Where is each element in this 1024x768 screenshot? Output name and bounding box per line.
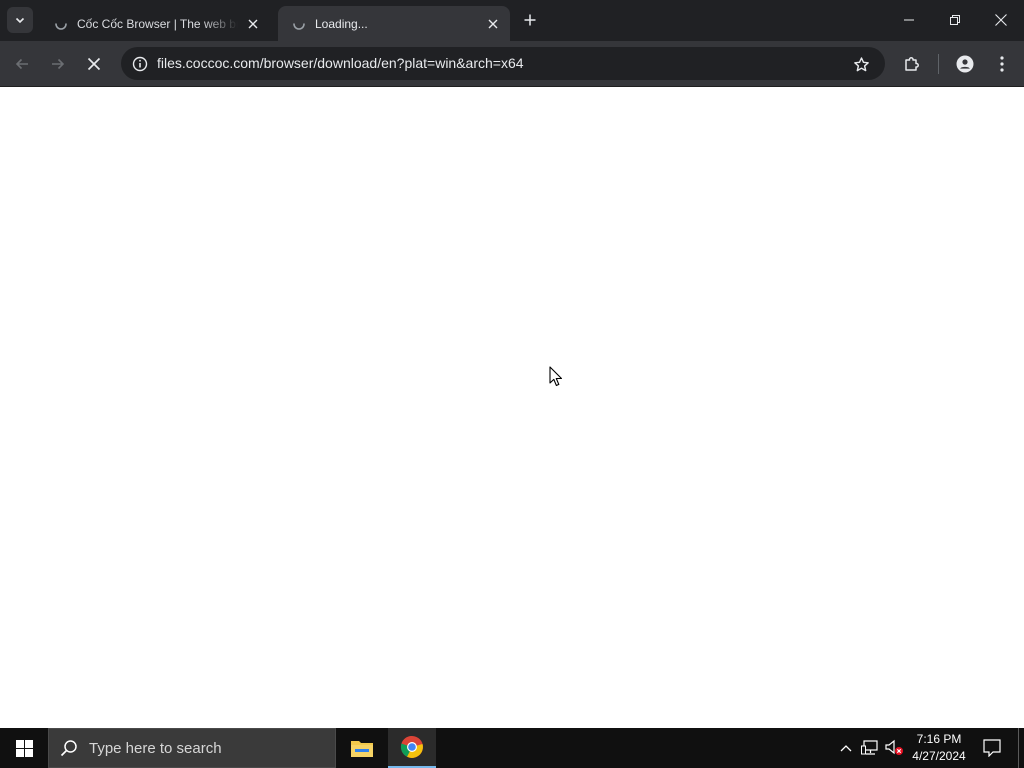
tab-close-button[interactable]: [244, 15, 262, 33]
profile-button[interactable]: [951, 50, 979, 78]
stop-loading-button[interactable]: [80, 50, 108, 78]
browser-tab-strip: Cốc Cốc Browser | The web bro Loading...: [0, 0, 1024, 41]
close-window-button[interactable]: [978, 0, 1024, 40]
search-icon: [49, 739, 89, 757]
plus-icon: [524, 14, 536, 26]
network-tray-icon[interactable]: [860, 738, 880, 758]
info-icon: [132, 56, 147, 71]
taskbar-clock[interactable]: 7:16 PM 4/27/2024: [908, 731, 970, 765]
menu-button[interactable]: [988, 50, 1016, 78]
network-icon: [861, 740, 878, 755]
loading-spinner-icon: [55, 22, 67, 30]
close-icon: [87, 57, 101, 71]
tab-search-button[interactable]: [7, 7, 33, 33]
show-hidden-icons-button[interactable]: [836, 738, 856, 758]
address-bar[interactable]: files.coccoc.com/browser/download/en?pla…: [121, 47, 885, 80]
tab-coccoc[interactable]: Cốc Cốc Browser | The web bro: [40, 6, 270, 41]
star-icon: [853, 56, 869, 71]
action-center-button[interactable]: [980, 736, 1004, 760]
loading-spinner-icon: [293, 22, 305, 30]
search-placeholder: Type here to search: [89, 739, 222, 757]
minimize-button[interactable]: [886, 0, 932, 40]
restore-button[interactable]: [932, 0, 978, 40]
chevron-down-icon: [15, 17, 25, 24]
arrow-left-icon: [15, 58, 28, 70]
toolbar-separator: [938, 54, 939, 74]
page-viewport: [0, 87, 1024, 728]
restore-icon: [950, 15, 960, 25]
forward-button[interactable]: [44, 50, 72, 78]
clock-date: 4/27/2024: [912, 749, 966, 763]
tab-close-button[interactable]: [484, 15, 502, 33]
windows-taskbar: Type here to search 7:16 PM 4/27/2024: [0, 728, 1024, 768]
windows-logo-icon: [15, 739, 33, 757]
tab-title: Loading...: [315, 16, 368, 31]
close-icon: [488, 19, 498, 28]
back-button[interactable]: [8, 50, 36, 78]
kebab-menu-icon: [1000, 56, 1004, 72]
mouse-cursor-icon: [549, 366, 563, 387]
file-explorer-icon: [351, 741, 373, 757]
taskbar-chrome[interactable]: [388, 728, 436, 768]
browser-toolbar: files.coccoc.com/browser/download/en?pla…: [0, 41, 1024, 87]
person-icon: [956, 55, 974, 73]
chevron-up-icon: [840, 745, 852, 752]
minimize-icon: [904, 19, 914, 21]
arrow-right-icon: [52, 58, 65, 70]
tab-loading[interactable]: Loading...: [278, 6, 510, 41]
chrome-icon: [400, 735, 423, 758]
extensions-button[interactable]: [898, 50, 926, 78]
site-info-button[interactable]: [127, 51, 152, 76]
close-icon: [248, 19, 258, 28]
notification-icon: [983, 739, 1001, 757]
new-tab-button[interactable]: [518, 8, 542, 32]
tab-title: Cốc Cốc Browser | The web bro: [77, 16, 238, 31]
puzzle-icon: [905, 57, 919, 71]
taskbar-search-box[interactable]: Type here to search: [48, 728, 336, 768]
volume-muted-icon: [885, 739, 903, 755]
volume-tray-icon[interactable]: [885, 738, 905, 758]
url-text[interactable]: files.coccoc.com/browser/download/en?pla…: [157, 55, 524, 71]
show-desktop-button[interactable]: [1018, 728, 1019, 768]
start-button[interactable]: [0, 728, 48, 768]
bookmark-button[interactable]: [849, 52, 873, 76]
clock-time: 7:16 PM: [916, 732, 962, 746]
taskbar-file-explorer[interactable]: [338, 728, 386, 768]
close-icon: [995, 14, 1007, 26]
